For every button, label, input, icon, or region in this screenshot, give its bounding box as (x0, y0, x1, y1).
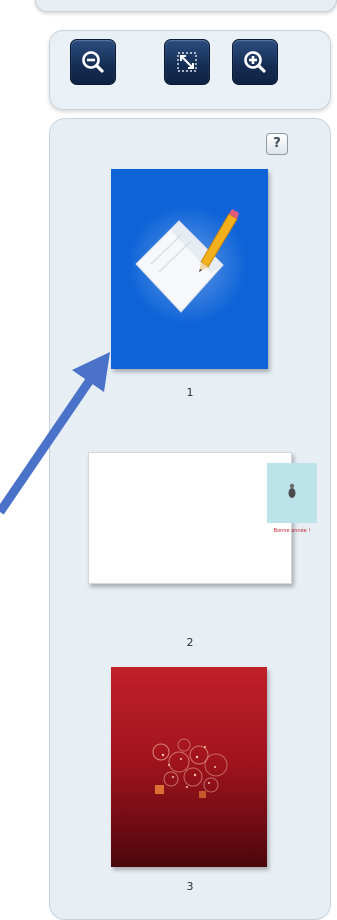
page-number-1: 1 (186, 386, 194, 399)
thumbnail-page-1[interactable] (111, 169, 268, 369)
page-number-3: 3 (186, 880, 194, 893)
zoom-out-icon (82, 51, 104, 73)
card-text: Bonne année ! (273, 528, 311, 534)
thumbnails-panel: ? 1 Bonne année ! 2 3 (49, 118, 331, 920)
zoom-in-button[interactable] (232, 39, 278, 85)
thumbnail-page-2[interactable]: Bonne année ! (88, 452, 317, 584)
zoom-in-icon (244, 51, 266, 73)
fit-page-button[interactable] (164, 39, 210, 85)
figurine-icon (288, 483, 296, 498)
zoom-out-button[interactable] (70, 39, 116, 85)
thumbnail-page-3[interactable] (111, 667, 267, 867)
festive-ornaments-icon (152, 738, 228, 798)
fit-page-icon (177, 52, 197, 72)
top-panel-edge (35, 0, 337, 12)
pencil-paper-icon (127, 205, 247, 325)
help-button[interactable]: ? (266, 133, 288, 155)
page-number-2: 2 (186, 636, 194, 649)
card-image (267, 463, 317, 523)
zoom-toolbar (49, 30, 331, 110)
